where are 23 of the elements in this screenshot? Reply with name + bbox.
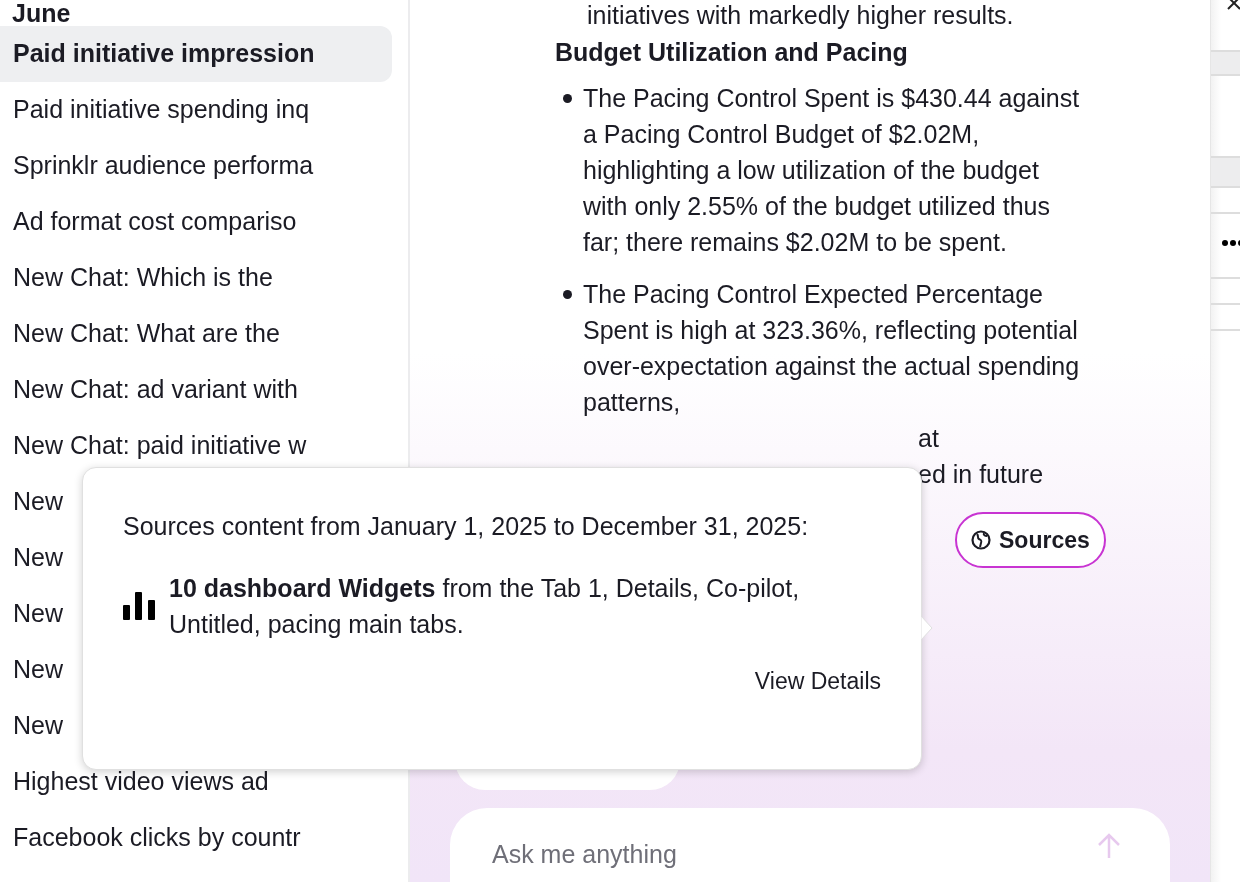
chat-history-item[interactable]: Paid initiative impression [0,26,392,82]
chat-history-item[interactable]: New Chat: Which is the [0,250,392,306]
source-description: 10 dashboard Widgets from the Tab 1, Details, Co-pilot, Untitled, pacing main tabs. [169,573,801,640]
chat-history-item[interactable]: Paid initiative spending inq [0,82,392,138]
chat-history-item[interactable]: Sprinklr audience performa [0,138,392,194]
chat-history-item[interactable]: Ad format cost compariso [0,194,392,250]
section-heading: Budget Utilization and Pacing [555,37,909,68]
view-details-link[interactable]: View Details [748,662,881,700]
chat-history-item[interactable]: New Chat: What are the [0,306,392,362]
bullet-icon [563,290,572,299]
chat-history-item[interactable]: New Chat: ad variant with [0,362,392,418]
bullet-text: The Pacing Control Spent is $430.44 against a Pacing Control Budget of $2.02M, highlighting a low utilization of the budget with only 2.55% of the budget utilized thus far; there remains $2.02M to be spent. [583,83,1081,258]
more-icon[interactable] [1221,239,1240,247]
message-input[interactable]: Ask me anything [450,808,1170,882]
chat-history-item[interactable]: Facebook clicks by countr [0,810,392,866]
date-range-text: Sources content from January 1, 2025 to December 31, 2025: [123,511,810,542]
group-label: June [11,0,72,26]
bullet-icon [563,94,572,103]
bullet-text: at [917,423,940,454]
sources-button[interactable]: Sources [955,512,1106,568]
globe-icon [971,530,991,550]
message-text: initiatives with markedly higher results. [586,0,1015,30]
bar-chart-icon [123,592,155,620]
